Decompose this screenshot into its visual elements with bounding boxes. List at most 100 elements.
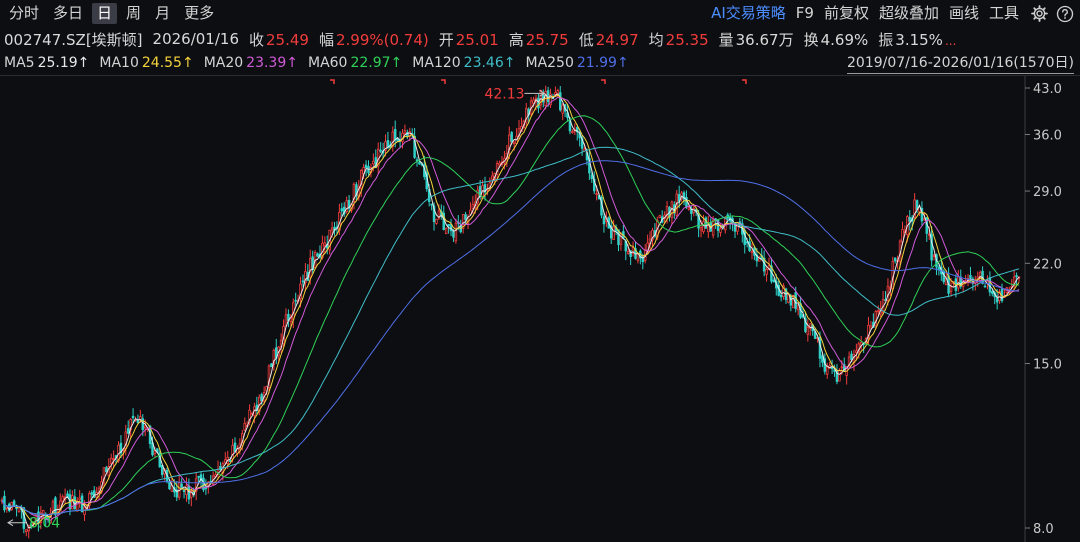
candle-body bbox=[838, 369, 841, 382]
candle-body bbox=[908, 217, 912, 222]
candle-body bbox=[61, 496, 64, 502]
ma10-label: MA10 bbox=[99, 55, 139, 71]
candle-body bbox=[90, 492, 94, 495]
tab-daily[interactable]: 日 bbox=[92, 3, 118, 24]
candle-body bbox=[454, 222, 458, 242]
kline-chart[interactable]: 43.0 36.0 29.0 22.0 15.0 8.0 42.13 8.04 bbox=[0, 76, 1080, 542]
candle-body bbox=[779, 294, 783, 298]
candle-body bbox=[12, 500, 16, 506]
candle-body bbox=[806, 326, 810, 335]
candle-body bbox=[855, 350, 858, 353]
candle-body bbox=[418, 161, 421, 165]
tab-more[interactable]: 更多 bbox=[179, 3, 219, 24]
candle-body bbox=[969, 274, 972, 279]
ma60-legend[interactable]: MA60 22.97↑ bbox=[308, 55, 402, 71]
candle-body bbox=[323, 242, 327, 247]
f9-button[interactable]: F9 bbox=[791, 3, 819, 24]
ma10-legend[interactable]: MA10 24.55↑ bbox=[99, 55, 193, 71]
overlay-button[interactable]: 超级叠加 bbox=[874, 3, 944, 24]
ma120-label: MA120 bbox=[412, 55, 461, 71]
candle-body bbox=[25, 529, 28, 532]
period-tabs: 分时 多日 日 周 月 更多 bbox=[4, 3, 223, 24]
candle-body bbox=[330, 227, 334, 231]
candle-body bbox=[301, 280, 305, 283]
candle-body bbox=[561, 104, 564, 114]
change-label: 幅 bbox=[318, 30, 334, 49]
gear-icon[interactable] bbox=[1030, 4, 1049, 23]
candle-body bbox=[143, 425, 147, 429]
ma5-legend[interactable]: MA5 25.19↑ bbox=[4, 55, 89, 71]
candle-body bbox=[403, 130, 407, 134]
draw-line-button[interactable]: 画线 bbox=[944, 3, 984, 24]
ma120-value: 23.46↑ bbox=[463, 55, 516, 71]
high-value: 25.75 bbox=[525, 30, 569, 49]
candle-body bbox=[711, 219, 715, 236]
candle-body bbox=[991, 291, 994, 294]
ma20-label: MA20 bbox=[203, 55, 244, 71]
tab-multi-day[interactable]: 多日 bbox=[48, 3, 88, 24]
candle-body bbox=[590, 174, 594, 180]
right-tools: AI交易策略 F9 前复权 超级叠加 画线 工具 bbox=[706, 3, 1074, 24]
candle-body bbox=[182, 490, 186, 492]
close-label: 收 bbox=[249, 30, 265, 49]
y-axis: 43.0 36.0 29.0 22.0 15.0 8.0 bbox=[1025, 82, 1062, 537]
y-tick-label: 15.0 bbox=[1033, 358, 1062, 373]
candle-body bbox=[243, 422, 246, 431]
candle-body bbox=[153, 450, 157, 455]
amplitude-value: 3.15% bbox=[895, 30, 943, 49]
candle-body bbox=[571, 131, 574, 134]
candle-body bbox=[826, 365, 829, 375]
ai-strategy-button[interactable]: AI交易策略 bbox=[706, 3, 791, 24]
candle-body bbox=[719, 228, 722, 233]
tab-monthly[interactable]: 月 bbox=[150, 3, 175, 24]
tab-weekly[interactable]: 周 bbox=[121, 3, 146, 24]
date-range-selector[interactable]: 2019/07/16-2026/01/16(1570日) bbox=[847, 52, 1074, 74]
candle-body bbox=[765, 269, 768, 275]
quote-bar: 002747.SZ[埃斯顿] 2026/01/16 收 25.49 幅 2.99%(… bbox=[4, 28, 966, 50]
high-label: 高 bbox=[508, 30, 524, 49]
stock-code-name: 002747.SZ[埃斯顿] bbox=[4, 30, 143, 49]
candle-body bbox=[794, 292, 797, 309]
candle-body bbox=[537, 97, 540, 109]
ma5-line bbox=[1, 93, 1020, 529]
event-markers bbox=[330, 79, 747, 84]
candle-body bbox=[233, 442, 237, 453]
event-marker-icon bbox=[330, 79, 335, 84]
candle-body bbox=[932, 254, 936, 257]
candle-body bbox=[379, 149, 382, 152]
candle-body bbox=[54, 497, 57, 516]
tools-button[interactable]: 工具 bbox=[984, 3, 1024, 24]
candle-body bbox=[51, 501, 55, 512]
adjust-button[interactable]: 前复权 bbox=[819, 3, 874, 24]
avg-value: 25.35 bbox=[665, 30, 709, 49]
low-label: 低 bbox=[578, 30, 594, 49]
candle-body bbox=[309, 258, 312, 278]
help-icon[interactable] bbox=[1055, 4, 1074, 23]
candle-body bbox=[995, 297, 999, 303]
ma120-line bbox=[1, 146, 1020, 516]
tab-intraday[interactable]: 分时 bbox=[4, 3, 44, 24]
event-marker-icon bbox=[742, 79, 747, 84]
candle-body bbox=[626, 250, 630, 254]
candle-body bbox=[444, 227, 448, 234]
ma120-legend[interactable]: MA120 23.46↑ bbox=[412, 55, 515, 71]
candle-body bbox=[546, 90, 550, 103]
candle-body bbox=[687, 207, 691, 210]
candle-body bbox=[105, 467, 108, 473]
candle-body bbox=[391, 131, 395, 147]
candle-body bbox=[471, 204, 475, 209]
candle-body bbox=[435, 218, 438, 224]
candle-body bbox=[316, 253, 319, 257]
candle-body bbox=[294, 299, 297, 302]
ma250-legend[interactable]: MA250 21.99↑ bbox=[525, 55, 628, 71]
ma20-legend[interactable]: MA20 23.39↑ bbox=[204, 55, 298, 71]
candle-body bbox=[136, 419, 140, 423]
candle-body bbox=[204, 487, 208, 490]
candle-body bbox=[559, 92, 562, 111]
open-value: 25.01 bbox=[455, 30, 499, 49]
candle-body bbox=[595, 193, 598, 195]
candle-body bbox=[452, 230, 455, 238]
candle-body bbox=[512, 141, 516, 144]
candle-body bbox=[270, 363, 273, 368]
more-quote-button[interactable]: ... bbox=[945, 34, 956, 48]
